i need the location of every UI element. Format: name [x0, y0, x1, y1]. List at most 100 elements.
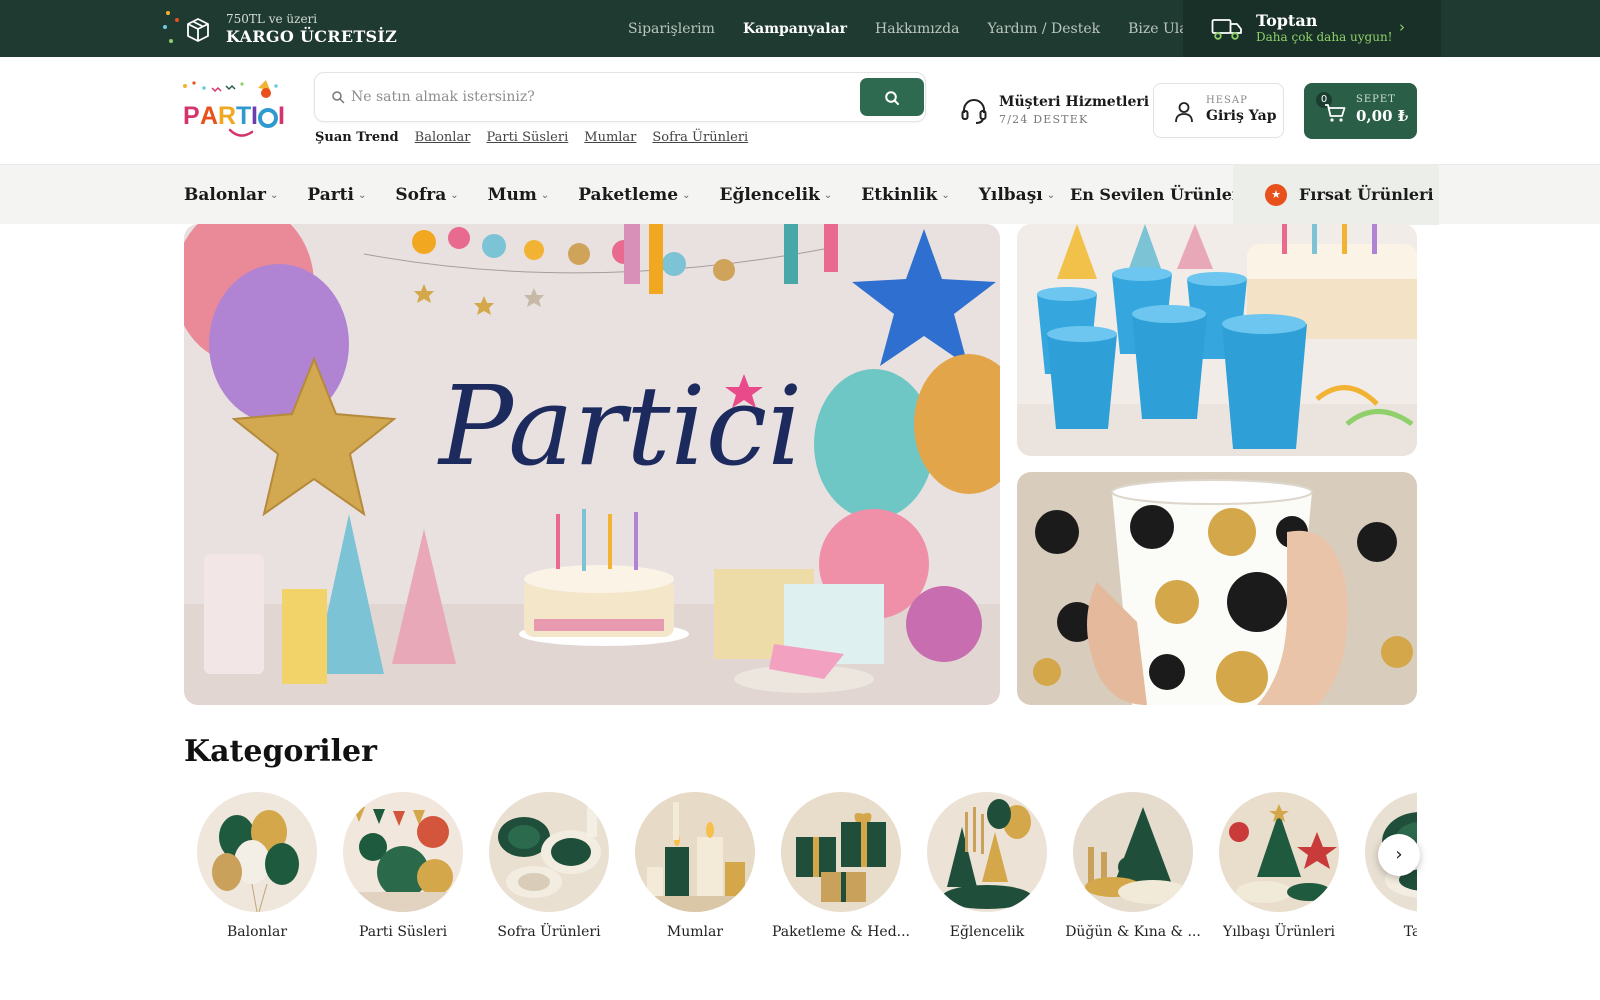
- top-link-orders[interactable]: Siparişlerim: [628, 21, 715, 37]
- confetti-dot: [169, 39, 173, 43]
- category-label: Paketleme & Hed...: [771, 924, 911, 940]
- category-label: Balonlar: [226, 924, 288, 940]
- nav-item-party[interactable]: Parti ⌄: [307, 185, 366, 205]
- svg-text:I: I: [278, 102, 285, 130]
- cart-total: 0,00 ₺: [1356, 107, 1409, 125]
- top-links: Siparişlerim Kampanyalar Hakkımızda Yard…: [628, 0, 1208, 57]
- nav-item-balloons[interactable]: Balonlar ⌄: [184, 185, 278, 205]
- hero-brand-title: Partici: [437, 362, 802, 490]
- cart-caption: SEPET: [1356, 94, 1396, 105]
- category-item-wedding[interactable]: Düğün & Kına & ...: [1060, 792, 1206, 940]
- categories-title: Kategoriler: [184, 734, 377, 769]
- promo-banner-cups[interactable]: [1017, 224, 1417, 456]
- confetti-dot: [166, 11, 170, 15]
- category-label: Yılbaşı Ürünleri: [1222, 924, 1336, 940]
- carousel-next-button[interactable]: ›: [1378, 834, 1420, 876]
- category-item-balloons[interactable]: Balonlar: [184, 792, 330, 940]
- category-label: Sofra Ürünleri: [497, 924, 601, 940]
- support-subtitle: 7/24 DESTEK: [999, 113, 1089, 126]
- nav-label: Mum: [487, 185, 537, 205]
- category-label: Mumlar: [666, 924, 724, 940]
- nav-item-packaging[interactable]: Paketleme ⌄: [578, 185, 690, 205]
- cart-icon: [1325, 104, 1346, 122]
- user-icon: [1175, 102, 1193, 123]
- nav-label: Etkinlik: [861, 185, 938, 205]
- category-image: [343, 792, 463, 912]
- support-title: Müşteri Hizmetleri: [999, 94, 1150, 110]
- category-image: [1219, 792, 1339, 912]
- search-icon: [332, 91, 345, 104]
- chevron-down-icon: ⌄: [1046, 190, 1056, 201]
- top-link-campaigns[interactable]: Kampanyalar: [743, 21, 847, 37]
- svg-text:I: I: [251, 102, 258, 130]
- login-button[interactable]: HESAP Giriş Yap: [1153, 83, 1284, 138]
- category-item-packaging-gifts[interactable]: Paketleme & Hed...: [768, 792, 914, 940]
- headset-icon: [961, 99, 987, 124]
- top-link-about[interactable]: Hakkımızda: [875, 21, 959, 37]
- category-image: [1073, 792, 1193, 912]
- search-icon: [885, 91, 899, 105]
- chevron-down-icon: ⌄: [450, 190, 459, 201]
- deals-link[interactable]: ★ Fırsat Ürünleri: [1233, 165, 1439, 225]
- category-image: [635, 792, 755, 912]
- wholesale-title: Toptan: [1256, 11, 1318, 30]
- hero-banner[interactable]: Partici: [184, 224, 1000, 705]
- account-caption: HESAP: [1206, 95, 1248, 106]
- svg-text:T: T: [236, 102, 251, 130]
- wholesale-subtitle: Daha çok daha uygun!: [1256, 30, 1393, 44]
- trend-link-balloons[interactable]: Balonlar: [415, 130, 471, 145]
- svg-text:R: R: [218, 102, 236, 130]
- account-label: Giriş Yap: [1206, 108, 1277, 124]
- trend-link-party-decorations[interactable]: Parti Süsleri: [486, 130, 568, 145]
- top-link-help[interactable]: Yardım / Destek: [987, 21, 1100, 37]
- confetti-dot: [163, 25, 167, 29]
- site-logo[interactable]: P A R T I I: [180, 80, 286, 142]
- nav-item-candles[interactable]: Mum ⌄: [488, 185, 550, 205]
- trend-link-candles[interactable]: Mumlar: [584, 130, 636, 145]
- deals-label: Fırsat Ürünleri: [1299, 185, 1434, 204]
- category-item-tableware[interactable]: Sofra Ürünleri: [476, 792, 622, 940]
- free-shipping-notice: 750TL ve üzeri KARGO ÜCRETSİZ: [160, 7, 397, 51]
- category-label: Parti Süsleri: [358, 924, 448, 940]
- wholesale-link[interactable]: Toptan Daha çok daha uygun! ›: [1183, 0, 1441, 57]
- search-bar: [314, 72, 926, 122]
- trend-link-tableware[interactable]: Sofra Ürünleri: [652, 130, 748, 145]
- promo-banner-polka-cup[interactable]: [1017, 472, 1417, 705]
- svg-text:P: P: [183, 102, 200, 130]
- star-icon: ★: [1265, 184, 1287, 206]
- chevron-right-icon: ›: [1399, 18, 1405, 36]
- box-icon: [187, 18, 209, 42]
- main-nav: Balonlar ⌄ Parti ⌄ Sofra ⌄ Mum ⌄ Paketleme ⌄ …: [0, 164, 1600, 225]
- trending-title: Şuan Trend: [315, 130, 399, 145]
- search-input[interactable]: [351, 81, 831, 113]
- nav-label: Parti: [307, 185, 354, 205]
- nav-item-entertainment[interactable]: Eğlencelik ⌄: [720, 185, 833, 205]
- party-scene-illustration: Partici: [184, 224, 1000, 705]
- nav-label: Yılbaşı: [978, 185, 1043, 205]
- shipping-threshold: 750TL ve üzeri: [226, 12, 318, 26]
- category-item-candles[interactable]: Mumlar: [622, 792, 768, 940]
- nav-label: Eğlencelik: [719, 185, 820, 205]
- category-item-new-year[interactable]: Yılbaşı Ürünleri: [1206, 792, 1352, 940]
- category-image: [197, 792, 317, 912]
- customer-support[interactable]: Müşteri Hizmetleri 7/24 DESTEK: [960, 93, 1149, 129]
- truck-icon: [1211, 19, 1242, 40]
- nav-item-events[interactable]: Etkinlik ⌄: [861, 185, 950, 205]
- nav-label: Paketleme: [578, 185, 679, 205]
- nav-item-tableware[interactable]: Sofra ⌄: [395, 185, 458, 205]
- chevron-down-icon: ⌄: [682, 190, 691, 201]
- search-button[interactable]: [860, 78, 924, 116]
- nav-item-new-year[interactable]: Yılbaşı ⌄: [979, 185, 1055, 205]
- chevron-down-icon: ⌄: [941, 190, 950, 201]
- category-image: [781, 792, 901, 912]
- category-item-entertainment[interactable]: Eğlencelik: [914, 792, 1060, 940]
- category-image: [489, 792, 609, 912]
- polka-dot-cup-illustration: [1017, 472, 1417, 705]
- category-item-party-decorations[interactable]: Parti Süsleri: [330, 792, 476, 940]
- cart-button[interactable]: 0 SEPET 0,00 ₺: [1304, 83, 1417, 139]
- chevron-down-icon: ⌄: [357, 190, 367, 201]
- nav-label: Balonlar: [184, 185, 266, 205]
- favorites-link[interactable]: En Sevilen Ürünler: [1070, 165, 1240, 225]
- chevron-down-icon: ⌄: [823, 190, 833, 201]
- trending-links: Şuan Trend Balonlar Parti Süsleri Mumlar…: [315, 130, 748, 145]
